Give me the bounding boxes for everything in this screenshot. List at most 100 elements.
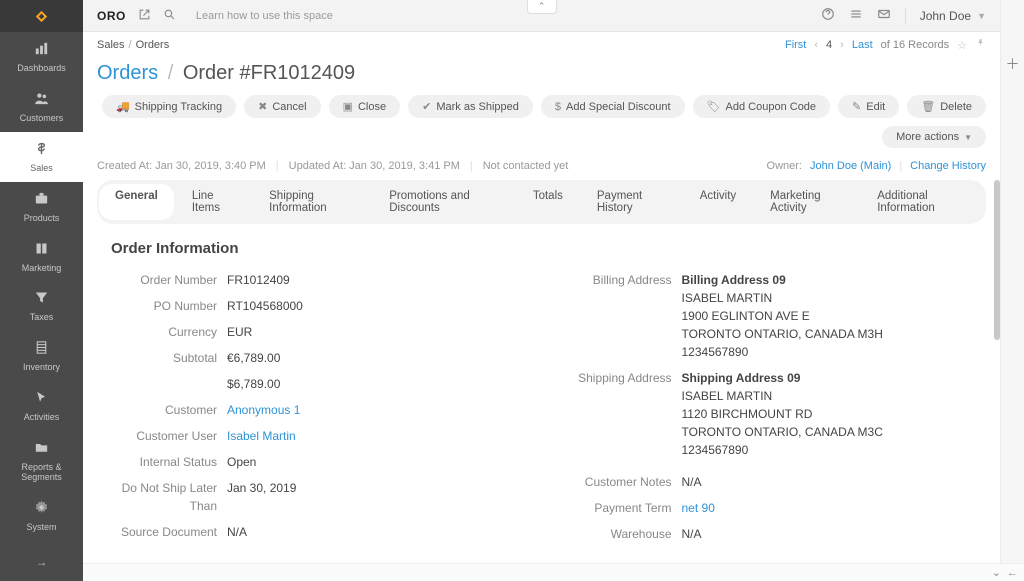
sidebar-item-label: Sales [30,164,53,174]
main: ⌃ ORO Learn how to use this space [83,0,1000,581]
label-po-number: PO Number [97,297,227,315]
breadcrumb-row: Sales / Orders First ‹ 4 › Last of 16 Re… [83,32,1000,58]
dollar-icon [33,140,50,162]
delete-button[interactable]: 🗑Delete [907,95,986,118]
menu-icon[interactable] [849,7,863,24]
value-po-number: RT104568000 [227,297,532,315]
billing-city: TORONTO ONTARIO, CANADA M3H [682,325,987,343]
tab-totals[interactable]: Totals [517,184,579,220]
owner-link[interactable]: John Doe (Main) [810,160,891,172]
top-collapse-caret[interactable]: ⌃ [527,0,557,14]
value-subtotal-eur: €6,789.00 [227,349,532,367]
more-actions-button[interactable]: More actions▼ [882,126,986,148]
billing-street: 1900 EGLINTON AVE E [682,307,987,325]
shipping-city: TORONTO ONTARIO, CANADA M3C [682,423,987,441]
sidebar-item-label: Dashboards [17,64,66,74]
tab-payment-history[interactable]: Payment History [581,184,682,220]
sidebar: Dashboards Customers Sales Products Mark… [0,0,83,581]
sidebar-item-dashboards[interactable]: Dashboards [0,32,83,82]
value-customer-user-link[interactable]: Isabel Martin [227,427,532,445]
sidebar-collapse-toggle[interactable]: → [0,543,83,581]
add-discount-button[interactable]: $Add Special Discount [541,95,685,118]
shipping-tracking-button[interactable]: 🚚Shipping Tracking [102,95,236,118]
change-history-link[interactable]: Change History [910,160,986,172]
tab-additional-info[interactable]: Additional Information [861,184,984,220]
btn-label: Close [358,101,386,113]
tab-shipping-info[interactable]: Shipping Information [253,184,371,220]
shipping-street: 1120 BIRCHMOUNT RD [682,405,987,423]
search-icon[interactable] [163,8,176,24]
edit-button[interactable]: ✎ Edit [838,95,899,118]
tab-bar: General Line Items Shipping Information … [97,180,986,224]
add-coupon-button[interactable]: 🏷Add Coupon Code [693,95,830,118]
title-order-name: Order #FR1012409 [183,62,355,84]
btn-label: Delete [940,101,972,113]
sidebar-item-sales[interactable]: Sales [0,132,83,182]
sidebar-item-customers[interactable]: Customers [0,82,83,132]
sidebar-item-label: Inventory [23,363,60,373]
sep: | [899,160,902,172]
pager-prev-icon[interactable]: ‹ [814,39,818,51]
tab-marketing-activity[interactable]: Marketing Activity [754,184,859,220]
breadcrumb-orders[interactable]: Orders [136,39,170,51]
pager-next-icon[interactable]: › [840,39,844,51]
sidebar-item-marketing[interactable]: Marketing [0,232,83,282]
pencil-icon: ✎ [852,100,861,113]
title-orders-link[interactable]: Orders [97,62,158,84]
btn-label: Edit [866,101,885,113]
label-customer-user: Customer User [97,427,227,445]
label-notes: Customer Notes [552,473,682,491]
user-menu[interactable]: John Doe ▼ [920,9,986,23]
pager-last[interactable]: Last [852,39,873,51]
logo [0,0,83,32]
sidebar-item-activities[interactable]: Activities [0,381,83,431]
mail-icon[interactable] [877,7,891,24]
share-icon[interactable] [138,8,151,24]
chevron-up-icon: ⌃ [538,1,546,12]
sidebar-item-system[interactable]: System [0,491,83,541]
caret-down-icon[interactable]: ⌄ [992,566,1001,579]
cancel-button[interactable]: ✖Cancel [244,95,320,118]
brand-name: ORO [97,9,126,23]
sidebar-item-label: Marketing [22,264,62,274]
scrollbar-thumb[interactable] [994,180,1000,340]
breadcrumb-sales[interactable]: Sales [97,39,125,51]
contact-status: Not contacted yet [483,160,569,172]
sep: | [470,160,473,172]
tab-promotions[interactable]: Promotions and Discounts [373,184,515,220]
help-icon[interactable] [821,7,835,24]
close-button[interactable]: ▣Close [329,95,401,118]
chevron-left-icon[interactable]: ← [1007,567,1018,579]
order-info-heading: Order Information [111,240,986,257]
mark-shipped-button[interactable]: ✔Mark as Shipped [408,95,533,118]
pager-first[interactable]: First [785,39,806,51]
label-source: Source Document [97,523,227,541]
value-customer-link[interactable]: Anonymous 1 [227,401,532,419]
value-term-link[interactable]: net 90 [682,499,987,517]
action-toolbar: 🚚Shipping Tracking ✖Cancel ▣Close ✔Mark … [83,95,1000,156]
owner-label: Owner: [767,160,802,172]
order-info-grid: Order NumberFR1012409 PO NumberRT1045680… [97,271,986,581]
value-internal-status: Open [227,453,532,471]
sidebar-item-taxes[interactable]: Taxes [0,281,83,331]
tab-general[interactable]: General [99,184,174,220]
value-currency: EUR [227,323,532,341]
sidebar-item-reports[interactable]: Reports & Segments [0,431,83,491]
tab-line-items[interactable]: Line Items [176,184,251,220]
chevron-down-icon: ▼ [964,133,972,142]
shipping-phone: 1234567890 [682,441,987,459]
shipping-name: ISABEL MARTIN [682,387,987,405]
label-subtotal: Subtotal [97,349,227,367]
sidebar-item-inventory[interactable]: Inventory [0,331,83,381]
sidebar-item-products[interactable]: Products [0,182,83,232]
dollar-icon: $ [555,101,561,113]
content-scroll[interactable]: Order Information Order NumberFR1012409 … [83,224,1000,581]
label-warehouse: Warehouse [552,525,682,543]
help-hint[interactable]: Learn how to use this space [196,10,333,22]
btn-label: Cancel [272,101,306,113]
star-icon[interactable]: ☆ [957,39,967,52]
breadcrumb-sep: / [129,39,132,51]
tab-activity[interactable]: Activity [684,184,752,220]
add-widget-button[interactable]: ＋ [1006,54,1020,74]
pin-icon[interactable] [975,38,986,52]
